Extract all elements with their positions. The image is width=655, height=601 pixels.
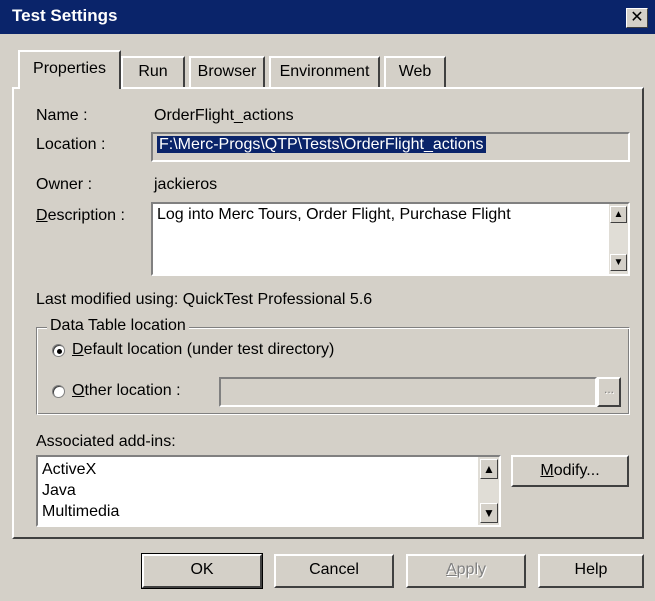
list-item[interactable]: Multimedia: [42, 503, 119, 521]
radio-selected-dot: [57, 349, 62, 354]
description-value: Log into Merc Tours, Order Flight, Purch…: [157, 206, 511, 223]
tab-label: Environment: [279, 63, 370, 80]
properties-panel: Name : OrderFlight_actions Location : F:…: [12, 87, 644, 539]
last-modified-text: Last modified using: QuickTest Professio…: [36, 291, 373, 308]
apply-button[interactable]: Apply: [406, 554, 526, 588]
ok-button[interactable]: OK: [141, 553, 263, 589]
owner-value: jackieros: [154, 176, 218, 193]
scroll-up-icon[interactable]: ▲: [610, 206, 627, 223]
tab-label: Run: [138, 63, 168, 80]
tab-web[interactable]: Web: [384, 56, 446, 87]
name-value: OrderFlight_actions: [154, 107, 294, 124]
other-location-radio[interactable]: [52, 385, 65, 398]
description-textarea[interactable]: Log into Merc Tours, Order Flight, Purch…: [151, 202, 630, 276]
owner-label: Owner :: [36, 176, 93, 193]
modify-button[interactable]: Modify...: [511, 455, 629, 487]
close-icon: ✕: [630, 9, 644, 26]
list-item[interactable]: Java: [42, 482, 76, 500]
location-value: F:\Merc-Progs\QTP\Tests\OrderFlight_acti…: [157, 136, 486, 153]
tab-environment[interactable]: Environment: [269, 56, 380, 87]
tab-label: Properties: [33, 60, 106, 77]
list-item[interactable]: ActiveX: [42, 461, 96, 479]
addins-label: Associated add-ins:: [36, 433, 176, 450]
data-table-group-label: Data Table location: [47, 317, 189, 335]
close-button[interactable]: ✕: [626, 8, 648, 28]
scroll-down-icon[interactable]: ▼: [610, 254, 627, 271]
default-location-radio[interactable]: [52, 344, 65, 357]
tab-label: Browser: [197, 63, 257, 80]
location-field[interactable]: F:\Merc-Progs\QTP\Tests\OrderFlight_acti…: [151, 132, 630, 162]
window-title: Test Settings: [12, 6, 118, 25]
other-location-label: Other location :: [72, 382, 181, 399]
cancel-button[interactable]: Cancel: [274, 554, 394, 588]
scroll-down-icon[interactable]: ▼: [480, 503, 498, 523]
browse-button[interactable]: ...: [597, 377, 621, 407]
description-label: Description :: [36, 207, 125, 224]
addins-list[interactable]: ActiveX Java Multimedia: [36, 455, 501, 527]
default-location-label: Default location (under test directory): [72, 341, 335, 358]
tab-properties[interactable]: Properties: [18, 50, 121, 89]
tab-label: Web: [398, 63, 432, 80]
location-label: Location :: [36, 136, 106, 153]
tab-browser[interactable]: Browser: [189, 56, 265, 87]
help-button[interactable]: Help: [538, 554, 644, 588]
scroll-up-icon[interactable]: ▲: [480, 459, 498, 479]
name-label: Name :: [36, 107, 88, 124]
tab-run[interactable]: Run: [121, 56, 185, 87]
other-location-field[interactable]: [219, 377, 597, 407]
